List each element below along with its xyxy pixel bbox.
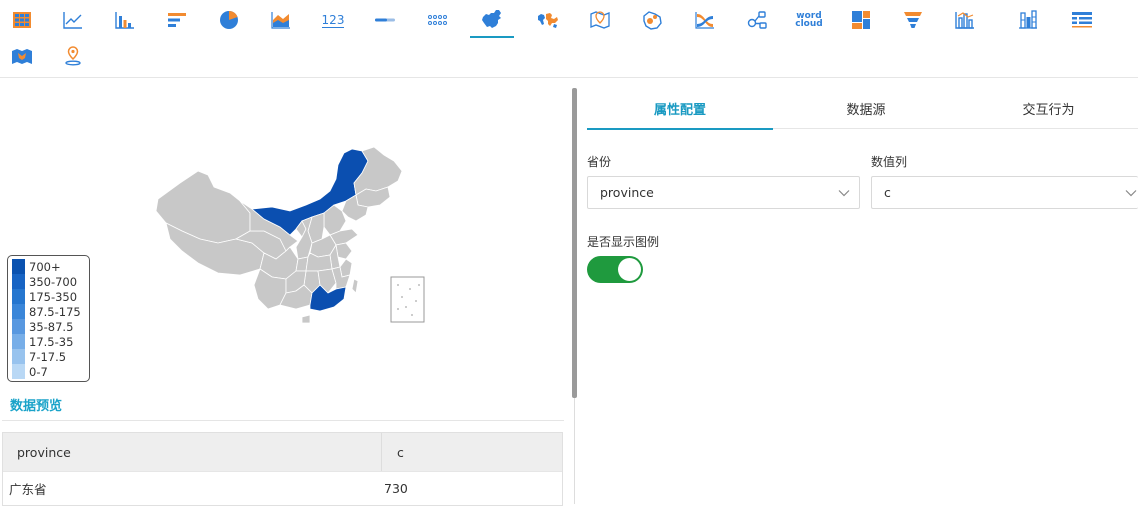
- histogram-icon[interactable]: [943, 2, 987, 38]
- map-region-hainan: [301, 314, 311, 324]
- legend-toggle-label: 是否显示图例: [587, 235, 660, 249]
- legend-label: 350-700: [29, 274, 78, 289]
- number-icon-label: 123: [321, 12, 345, 28]
- legend-item: 35-87.5: [12, 319, 89, 334]
- chevron-down-icon: [838, 190, 850, 197]
- china-choropleth-map: [155, 146, 425, 324]
- progress-bar-icon[interactable]: [363, 2, 407, 38]
- column-header-province[interactable]: province: [3, 433, 381, 471]
- legend-toggle-switch[interactable]: [587, 256, 643, 283]
- south-china-sea-inset: [390, 276, 425, 323]
- data-preview-title: 数据预览: [10, 399, 63, 414]
- legend-label: 7-17.5: [29, 349, 67, 364]
- funnel-icon[interactable]: [891, 2, 935, 38]
- column-header-c[interactable]: c: [381, 433, 562, 471]
- legend-item: 17.5-35: [12, 334, 89, 349]
- divider: [2, 420, 564, 421]
- tab-properties[interactable]: 属性配置: [587, 88, 773, 130]
- horizontal-bar-icon[interactable]: [155, 2, 199, 38]
- legend-swatch: [12, 289, 25, 304]
- map-region-jiangsu: [335, 242, 353, 260]
- map-region-taiwan: [351, 278, 359, 294]
- legend-label: 87.5-175: [29, 304, 81, 319]
- legend-item: 175-350: [12, 289, 89, 304]
- relation-icon[interactable]: [735, 2, 779, 38]
- legend-swatch: [12, 334, 25, 349]
- toggle-knob: [618, 258, 641, 281]
- province-select[interactable]: province: [587, 176, 860, 209]
- tab-interaction[interactable]: 交互行为: [959, 88, 1138, 129]
- legend-label: 17.5-35: [29, 334, 74, 349]
- legend-item: 7-17.5: [12, 349, 89, 364]
- word-cloud-label-2: cloud: [795, 19, 823, 29]
- legend-item: 0-7: [12, 364, 89, 379]
- legend-item: 700+: [12, 259, 89, 274]
- legend-label: 0-7: [29, 364, 48, 379]
- table-icon[interactable]: [0, 2, 44, 38]
- value-column-select-value: c: [884, 185, 891, 200]
- legend-swatch: [12, 364, 25, 379]
- area-chart-icon[interactable]: [259, 2, 303, 38]
- chart-preview-panel: 700+ 350-700 175-350 87.5-175 35-87.5 17.5-35…: [0, 79, 572, 506]
- world-map-icon[interactable]: [526, 2, 570, 38]
- line-chart-icon[interactable]: [51, 2, 95, 38]
- number-icon[interactable]: 123: [311, 2, 355, 38]
- chevron-down-icon: [1125, 190, 1137, 197]
- tab-data-source[interactable]: 数据源: [773, 88, 959, 129]
- legend-label: 700+: [29, 259, 61, 274]
- 3d-map-icon[interactable]: [0, 38, 44, 74]
- value-column-select[interactable]: c: [871, 176, 1138, 209]
- cross-table-icon[interactable]: [1060, 2, 1104, 38]
- chart-type-toolbar: 123 word cloud: [0, 0, 1138, 78]
- bar-chart-icon[interactable]: [103, 2, 147, 38]
- legend-swatch: [12, 319, 25, 334]
- bubble-map-icon[interactable]: [630, 2, 674, 38]
- legend-label: 175-350: [29, 289, 78, 304]
- dot-matrix-icon[interactable]: [415, 2, 459, 38]
- location-map-icon[interactable]: [578, 2, 622, 38]
- table-cell-c: 730: [384, 481, 408, 496]
- panel-divider: [574, 398, 575, 504]
- legend-swatch: [12, 259, 25, 274]
- province-field-label: 省份: [587, 155, 612, 169]
- config-tabs: 属性配置 数据源 交互行为: [587, 88, 1138, 130]
- legend-item: 87.5-175: [12, 304, 89, 319]
- data-preview-table: province c 广东省 730: [2, 432, 563, 506]
- word-cloud-icon[interactable]: word cloud: [787, 2, 831, 38]
- province-select-value: province: [600, 185, 654, 200]
- legend-swatch: [12, 304, 25, 319]
- pie-chart-icon[interactable]: [207, 2, 251, 38]
- table-cell-province: 广东省: [9, 482, 47, 497]
- table-header-row: province c: [3, 433, 562, 471]
- sankey-icon[interactable]: [683, 2, 727, 38]
- stacked-bar-icon[interactable]: [1006, 2, 1050, 38]
- legend-item: 350-700: [12, 274, 89, 289]
- geo-pin-icon[interactable]: [51, 38, 95, 74]
- treemap-icon[interactable]: [839, 2, 883, 38]
- map-legend: 700+ 350-700 175-350 87.5-175 35-87.5 17.5-35…: [7, 255, 90, 382]
- china-map-icon[interactable]: [470, 2, 514, 38]
- value-field-label: 数值列: [871, 155, 908, 169]
- legend-swatch: [12, 274, 25, 289]
- table-row: 广东省 730: [3, 471, 562, 505]
- legend-label: 35-87.5: [29, 319, 74, 334]
- legend-swatch: [12, 349, 25, 364]
- panel-splitter-handle[interactable]: [572, 88, 577, 398]
